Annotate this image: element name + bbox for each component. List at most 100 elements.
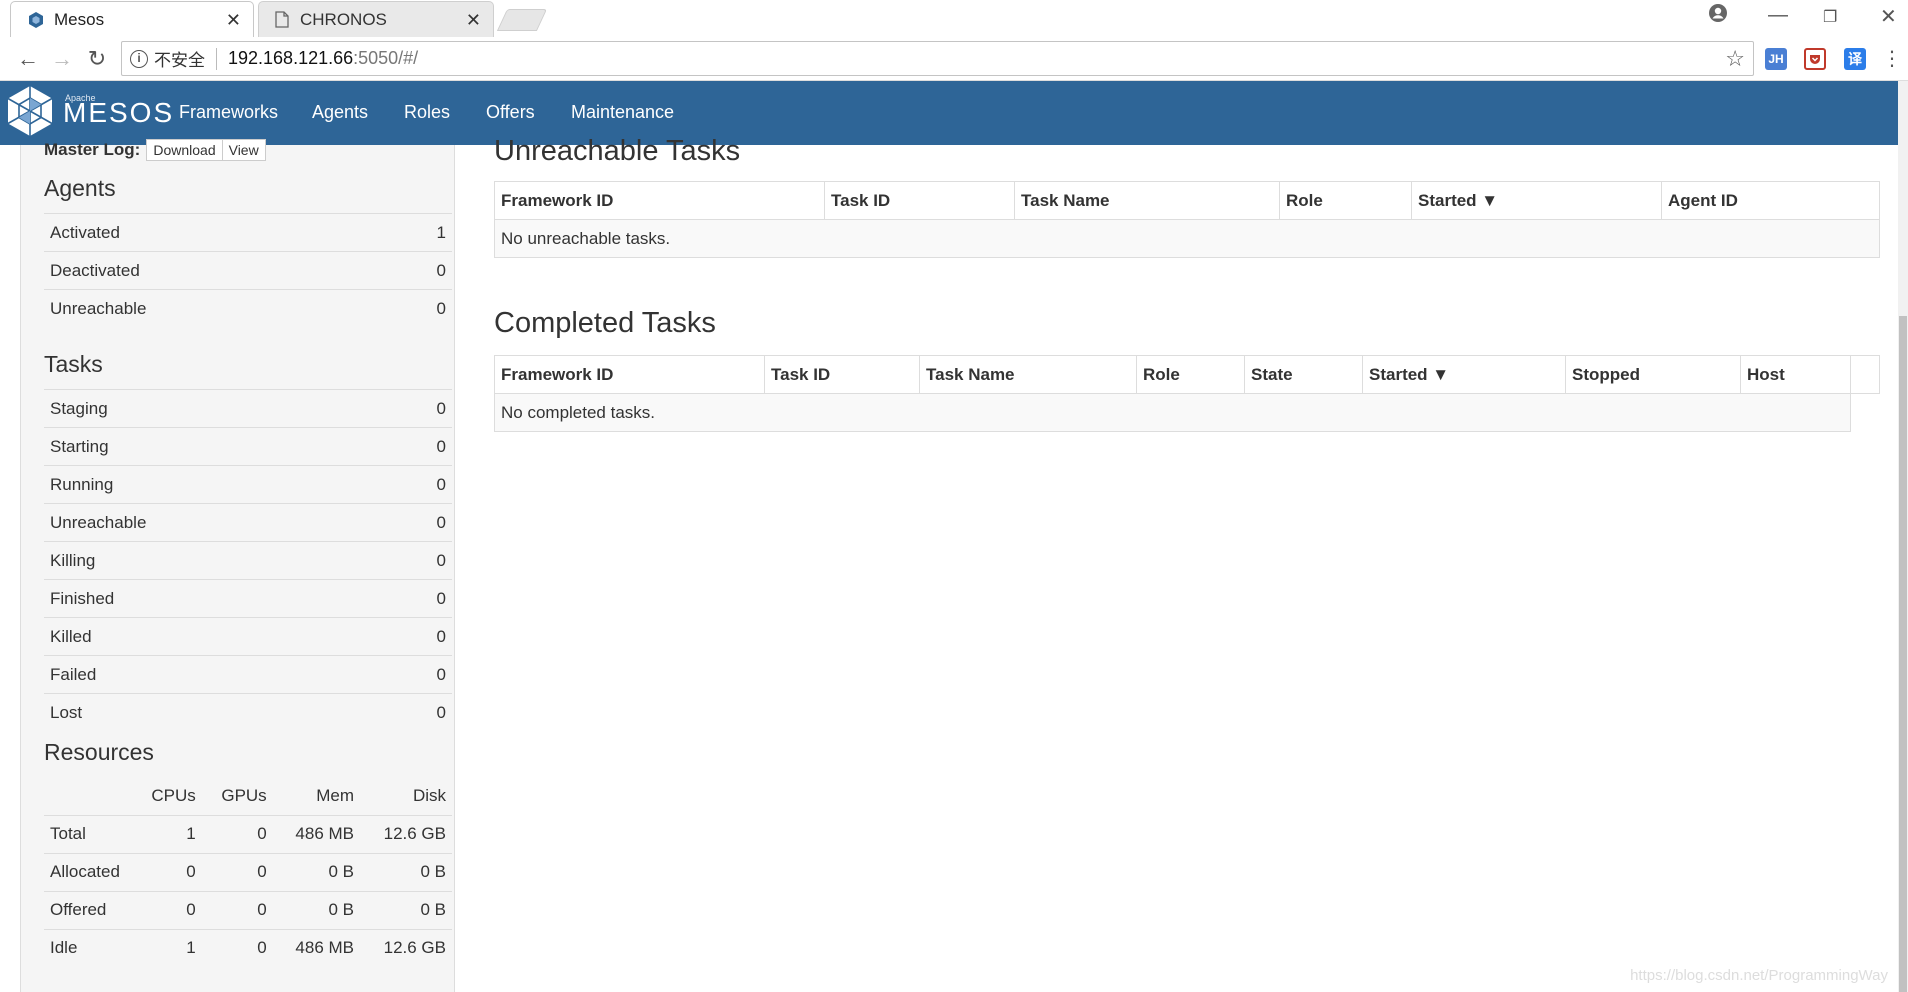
tasks-label: Failed: [44, 655, 385, 694]
page-icon: [273, 11, 291, 29]
column-header-started[interactable]: Started ▼: [1411, 181, 1662, 220]
new-tab-button[interactable]: [496, 9, 548, 31]
column-header-agent-id[interactable]: Agent ID: [1661, 181, 1880, 220]
resource-gpus: 0: [201, 890, 273, 929]
column-header-task-name[interactable]: Task Name: [1014, 181, 1280, 220]
close-window-icon[interactable]: ✕: [1880, 4, 1897, 29]
tab-title: Mesos: [54, 9, 105, 29]
sidebar: Master Log: Download View Agents Activat…: [20, 139, 455, 992]
resource-cpus: 0: [132, 890, 202, 929]
table-row: Deactivated 0: [44, 251, 452, 290]
table-row: Killing 0: [44, 541, 452, 580]
nav-agents[interactable]: Agents: [312, 102, 368, 123]
unreachable-tasks-table: Framework ID Task ID Task Name Role Star…: [494, 181, 1880, 258]
column-header-task-id[interactable]: Task ID: [824, 181, 1015, 220]
agents-heading: Agents: [44, 175, 116, 201]
extension-jh-icon[interactable]: JH: [1765, 48, 1787, 70]
resources-table: CPUs GPUs Mem Disk Total 1 0 486 MB 12.6…: [44, 777, 452, 967]
download-log-button[interactable]: Download: [146, 139, 223, 161]
address-bar[interactable]: i 不安全 192.168.121.66 :5050/#/ ☆: [121, 41, 1754, 76]
column-header-role[interactable]: Role: [1136, 355, 1245, 394]
back-icon[interactable]: ←: [16, 47, 40, 71]
bookmark-star-icon[interactable]: ☆: [1725, 46, 1745, 72]
nav-maintenance[interactable]: Maintenance: [571, 102, 674, 123]
url-path: :5050/#/: [353, 48, 419, 68]
tasks-value: 0: [384, 579, 452, 618]
view-log-button[interactable]: View: [222, 139, 266, 161]
column-header-framework-id[interactable]: Framework ID: [494, 355, 765, 394]
column-header: Disk: [412, 785, 446, 805]
tasks-label: Starting: [44, 427, 385, 466]
resource-mem: 0 B: [272, 852, 360, 891]
master-log-label: Master Log:: [44, 140, 141, 159]
resource-mem: 486 MB: [272, 814, 360, 853]
column-header-started[interactable]: Started ▼: [1362, 355, 1566, 394]
master-log-buttons: Download View: [146, 139, 266, 161]
resource-label: Idle: [44, 928, 132, 967]
brand-text: Apache MESOS: [63, 93, 174, 129]
empty-message: No unreachable tasks.: [494, 219, 1880, 258]
column-header-task-id[interactable]: Task ID: [764, 355, 920, 394]
column-header: [44, 777, 132, 815]
column-header-role[interactable]: Role: [1279, 181, 1412, 220]
table-row: Killed 0: [44, 617, 452, 656]
tasks-value: 0: [384, 465, 452, 504]
nav-frameworks[interactable]: Frameworks: [179, 102, 278, 123]
table-row: Starting 0: [44, 427, 452, 466]
agents-label: Deactivated: [44, 251, 385, 290]
column-header: GPUs: [221, 785, 267, 805]
minimize-icon[interactable]: —: [1768, 4, 1788, 27]
resource-mem: 486 MB: [272, 928, 360, 967]
forward-icon[interactable]: →: [50, 47, 74, 71]
pocket-extension-icon[interactable]: [1804, 48, 1826, 70]
completed-tasks-table: Framework ID Task ID Task Name Role Stat…: [494, 355, 1880, 432]
unreachable-tasks-heading: Unreachable Tasks: [494, 135, 741, 167]
mesos-favicon-icon: [27, 11, 45, 29]
tasks-label: Running: [44, 465, 385, 504]
tasks-value: 0: [384, 503, 452, 542]
close-tab-icon[interactable]: ✕: [226, 10, 241, 31]
table-header-row: CPUs GPUs Mem Disk: [44, 777, 452, 815]
tasks-label: Finished: [44, 579, 385, 618]
reload-icon[interactable]: ↻: [85, 47, 109, 71]
tab-mesos[interactable]: Mesos ✕: [10, 1, 254, 37]
table-row: Unreachable 0: [44, 289, 452, 328]
translate-extension-icon[interactable]: 译: [1844, 48, 1866, 70]
table-row: Idle 1 0 486 MB 12.6 GB: [44, 928, 452, 967]
table-row: Running 0: [44, 465, 452, 504]
resource-label: Total: [44, 814, 132, 853]
agents-label: Activated: [44, 213, 385, 252]
column-header-state[interactable]: State: [1244, 355, 1363, 394]
tab-chronos[interactable]: CHRONOS ✕: [258, 1, 494, 37]
close-tab-icon[interactable]: ✕: [466, 10, 481, 31]
info-icon[interactable]: i: [130, 49, 148, 68]
table-row: Finished 0: [44, 579, 452, 618]
resource-gpus: 0: [201, 928, 273, 967]
column-header-framework-id[interactable]: Framework ID: [494, 181, 825, 220]
agents-value: 1: [384, 213, 452, 252]
scrollbar-thumb[interactable]: [1899, 316, 1907, 992]
column-header: CPUs: [151, 785, 196, 805]
tasks-value: 0: [384, 427, 452, 466]
table-row: Activated 1: [44, 213, 452, 252]
security-label: 不安全: [154, 51, 205, 70]
main-content: Unreachable Tasks Framework ID Task ID T…: [456, 135, 1898, 992]
table-header-row: Framework ID Task ID Task Name Role Stat…: [494, 355, 1880, 394]
table-row: Total 1 0 486 MB 12.6 GB: [44, 814, 452, 853]
column-header-stopped[interactable]: Stopped: [1565, 355, 1741, 394]
table-header-row: Framework ID Task ID Task Name Role Star…: [494, 181, 1880, 220]
profile-icon[interactable]: [1708, 3, 1728, 29]
master-log: Master Log: Download View: [44, 139, 266, 161]
mesos-navbar: Apache MESOS Frameworks Agents Roles Off…: [0, 81, 1898, 145]
url-host: 192.168.121.66: [228, 48, 354, 68]
mesos-brand[interactable]: Apache MESOS: [7, 85, 174, 139]
column-header-task-name[interactable]: Task Name: [919, 355, 1137, 394]
column-header-host[interactable]: Host: [1740, 355, 1851, 394]
browser-toolbar: ← → ↻ i 不安全 192.168.121.66 :5050/#/ ☆ JH…: [0, 37, 1908, 81]
agents-value: 0: [384, 251, 452, 290]
tasks-table: Staging 0 Starting 0 Running 0 Unreachable 0…: [44, 389, 452, 732]
restore-icon[interactable]: ❐: [1823, 7, 1837, 27]
menu-icon[interactable]: ⋮: [1880, 47, 1904, 71]
nav-roles[interactable]: Roles: [404, 102, 450, 123]
nav-offers[interactable]: Offers: [486, 102, 535, 123]
